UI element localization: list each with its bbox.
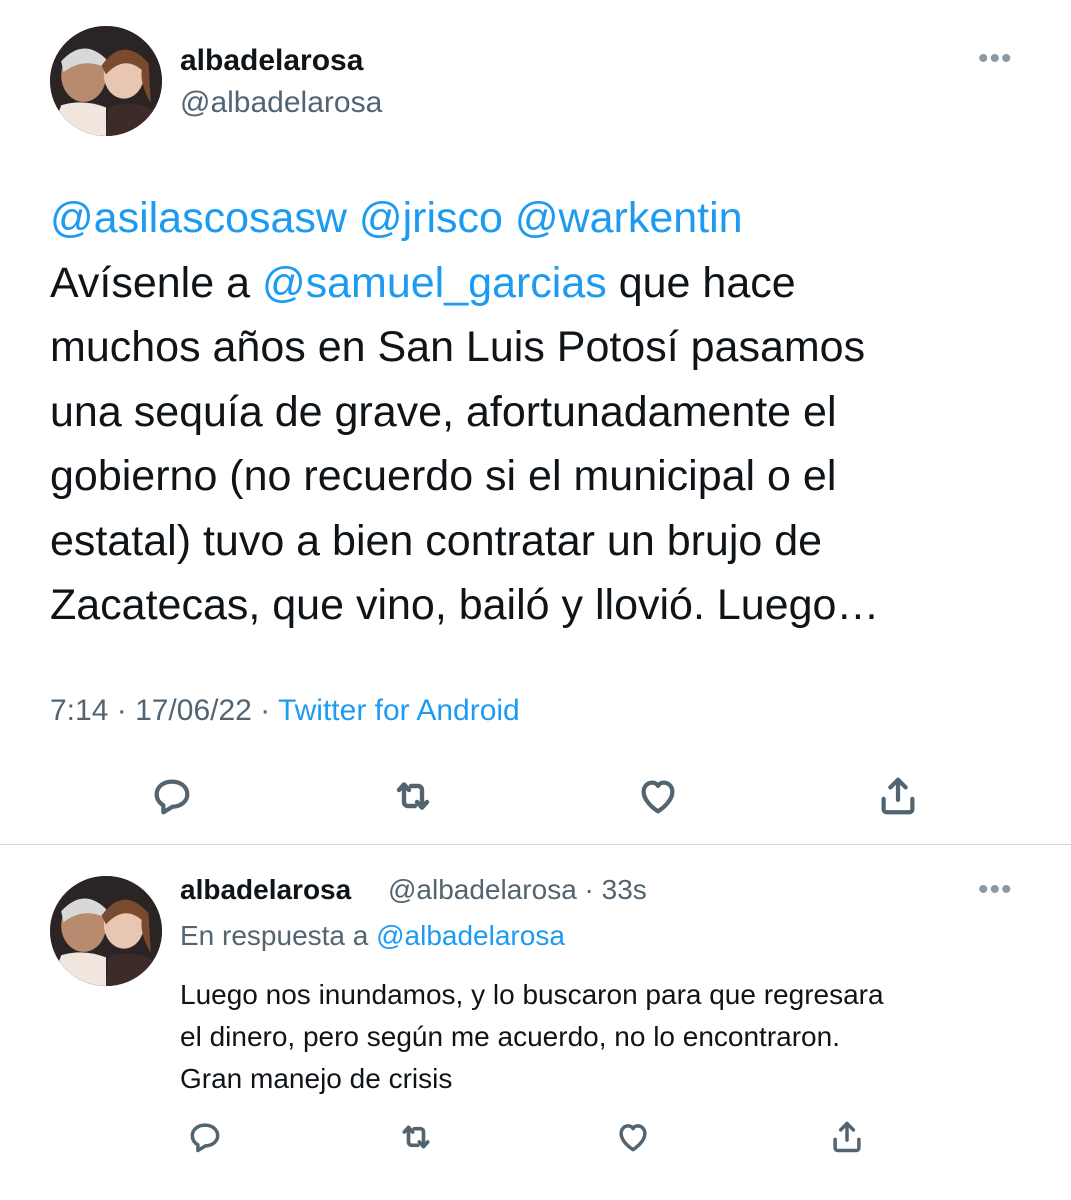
retweet-icon[interactable] <box>385 768 441 824</box>
share-icon[interactable] <box>870 768 926 824</box>
tweet-date[interactable]: 17/06/22 <box>135 694 252 727</box>
mention-link[interactable]: @jrisco <box>359 194 503 242</box>
tweet-text-segment <box>503 194 515 242</box>
display-name[interactable]: albadelarosa <box>180 44 363 78</box>
tweet-time[interactable]: 7:14 <box>50 694 108 727</box>
reply-context: En respuesta a @albadelarosa <box>180 920 565 952</box>
tweet-text-segment: estatal) tuvo a bien contratar un brujo … <box>50 516 823 565</box>
tweet-text-line: Avísenle a @samuel_garcias que hace <box>50 251 1010 316</box>
like-icon[interactable] <box>630 768 686 824</box>
like-icon[interactable] <box>610 1114 656 1160</box>
tweet-text-line: muchos años en San Luis Potosí pasamos <box>50 315 1010 380</box>
meta-separator: · <box>251 694 278 727</box>
tweet-text-line: @asilascosasw @jrisco @warkentin <box>50 186 1010 251</box>
tweet-text-segment: Zacatecas, que vino, bailó y llovió. Lue… <box>50 581 880 629</box>
mention-link[interactable]: @samuel_garcias <box>262 259 607 307</box>
tweet-text-segment: muchos años en San Luis Potosí pasamos <box>50 323 866 371</box>
reply-icon[interactable] <box>144 768 200 824</box>
tweet-text-segment: una sequía de grave, afortunadamente el <box>50 387 837 436</box>
reply-display-name[interactable]: albadelarosa <box>180 874 351 906</box>
more-icon[interactable]: ••• <box>978 875 1013 905</box>
reply-icon[interactable] <box>182 1114 228 1160</box>
tweet-text-line: una sequía de grave, afortunadamente el <box>50 380 1010 445</box>
tweet-text-line: Zacatecas, que vino, bailó y llovió. Lue… <box>50 573 1010 638</box>
tweet-text-line: estatal) tuvo a bien contratar un brujo … <box>50 509 1010 574</box>
reply-context-mention[interactable]: @albadelarosa <box>376 920 565 951</box>
avatar[interactable] <box>50 876 162 986</box>
tweet-text-segment: gobierno (no recuerdo si el municipal o … <box>50 452 837 500</box>
mention-link[interactable]: @warkentin <box>515 194 743 242</box>
meta-separator: · <box>108 694 136 727</box>
avatar[interactable] <box>50 26 162 136</box>
reply-handle-time[interactable]: @albadelarosa · 33s <box>388 874 647 906</box>
tweet-text-segment: que hace <box>606 258 796 307</box>
tweet-text: @asilascosasw @jrisco @warkentin Avísenle… <box>50 186 1010 638</box>
reply-context-prefix: En respuesta a <box>180 920 377 951</box>
mention-link[interactable]: @asilascosasw <box>50 194 347 242</box>
share-icon[interactable] <box>824 1114 870 1160</box>
tweet-text-segment <box>347 194 359 242</box>
reply-text: Luego nos inundamos, y lo buscaron para … <box>180 979 884 1094</box>
more-icon[interactable]: ••• <box>978 44 1013 74</box>
tweet-source[interactable]: Twitter for Android <box>278 694 520 727</box>
retweet-icon[interactable] <box>393 1114 439 1160</box>
tweet-meta: 7:14 · 17/06/22 · Twitter for Android <box>50 694 520 728</box>
divider <box>0 844 1071 845</box>
tweet-text-segment: Avísenle a <box>50 258 262 307</box>
tweet-text-line: gobierno (no recuerdo si el municipal o … <box>50 444 1010 509</box>
user-handle[interactable]: @albadelarosa <box>180 86 382 120</box>
